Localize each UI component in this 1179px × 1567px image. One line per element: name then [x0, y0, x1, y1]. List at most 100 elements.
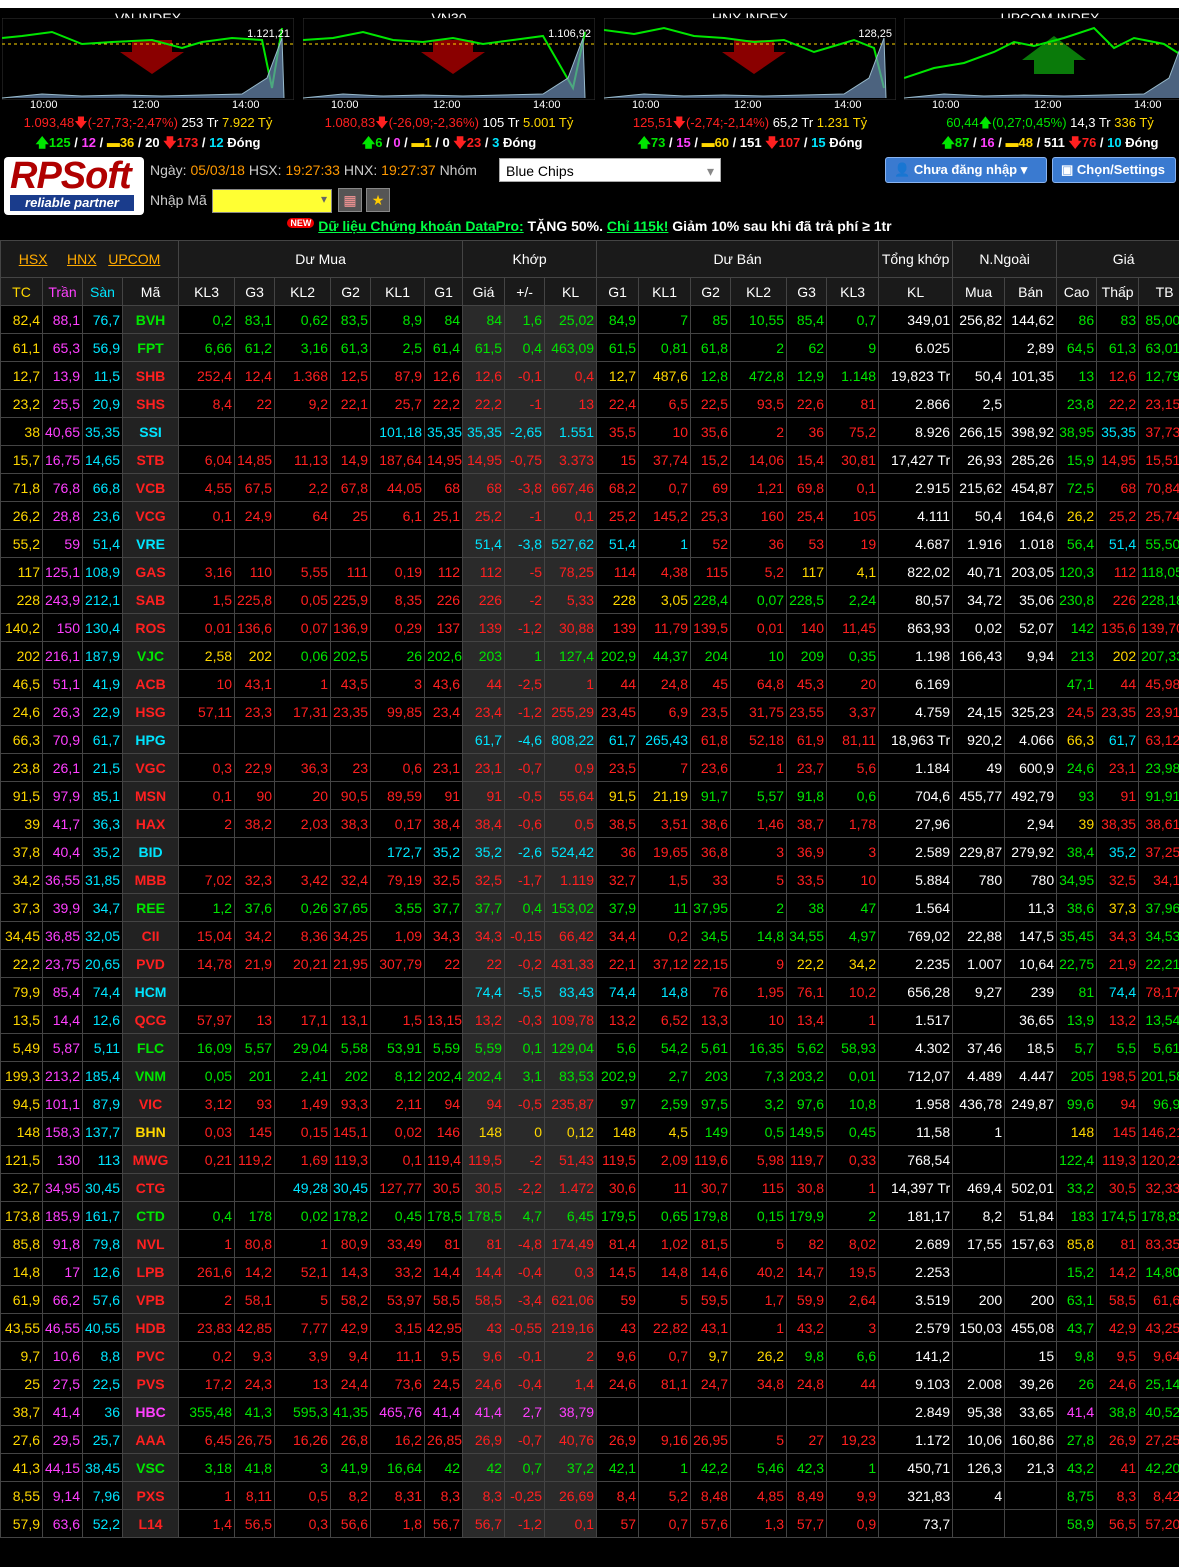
symbol-cell[interactable]: VNM — [121, 1061, 180, 1090]
symbol-cell[interactable]: VCG — [121, 501, 180, 530]
symbol-cell[interactable]: MSN — [121, 781, 180, 810]
symbol-cell[interactable]: BVH — [121, 305, 180, 334]
symbol-cell[interactable]: GAS — [121, 557, 180, 586]
symbol-cell[interactable]: HBC — [121, 1397, 180, 1426]
symbol-cell[interactable]: MWG — [121, 1145, 180, 1174]
symbol-cell[interactable]: PVC — [121, 1341, 180, 1370]
symbol-cell[interactable]: VIC — [121, 1089, 180, 1118]
symbol-cell[interactable]: MBB — [121, 865, 180, 894]
login-button[interactable]: 👤 Chưa đăng nhập ▾ — [885, 157, 1047, 183]
symbol-cell[interactable]: QCG — [121, 1005, 180, 1034]
table-row[interactable]: 117 125,1 108,9 GAS 3,16 110 5,55 111 0,19 112 112… — [0, 557, 1179, 586]
tab-upcom[interactable]: UPCOM — [108, 251, 160, 267]
symbol-cell[interactable]: SSI — [121, 417, 180, 446]
table-row[interactable]: 43,55 46,55 40,55 HDB 23,83 42,85 7,77 42,9 3,15… — [0, 1313, 1179, 1342]
symbol-cell[interactable]: HCM — [121, 977, 180, 1006]
table-row[interactable]: 37,3 39,9 34,7 REE 1,2 37,6 0,26 37,65 3,55 37,7 3… — [0, 893, 1179, 922]
symbol-cell[interactable]: L14 — [121, 1509, 180, 1538]
table-row[interactable]: 26,2 28,8 23,6 VCG 0,1 24,9 64 25 6,1 25,1 25,2 -1 0… — [0, 501, 1179, 530]
symbol-cell[interactable]: BID — [121, 837, 180, 866]
rpsoft-logo[interactable]: RPSoft reliable partner — [4, 155, 144, 215]
table-row[interactable]: 24,6 26,3 22,9 HSG 57,11 23,3 17,31 23,35 99,85 2… — [0, 697, 1179, 726]
table-row[interactable]: 57,9 63,6 52,2 L14 1,4 56,5 0,3 56,6 1,8 56,7 56,7… — [0, 1509, 1179, 1538]
symbol-cell[interactable]: HPG — [121, 725, 180, 754]
table-row[interactable]: 199,3 213,2 185,4 VNM 0,05 201 2,41 202 8,12 202,… — [0, 1061, 1179, 1090]
symbol-cell[interactable]: HAX — [121, 809, 180, 838]
table-row[interactable]: 82,4 88,1 76,7 BVH 0,2 83,1 0,62 83,5 8,9 84 84 1,6… — [0, 305, 1179, 334]
symbol-cell[interactable]: VGC — [121, 753, 180, 782]
promo-link[interactable]: Dữ liệu Chứng khoán DataPro: — [318, 218, 523, 234]
symbol-cell[interactable]: VRE — [121, 529, 180, 558]
chart-icon[interactable]: ▦ — [338, 188, 362, 212]
table-row[interactable]: 148 158,3 137,7 BHN 0,03 145 0,15 145,1 0,02 146 1… — [0, 1117, 1179, 1146]
symbol-cell[interactable]: CTD — [121, 1201, 180, 1230]
symbol-cell[interactable]: PXS — [121, 1481, 180, 1510]
index-chart-2[interactable]: VN301.106,9210:0012:0014:001.080,83🡇(-26… — [301, 8, 597, 153]
table-row[interactable]: 228 243,9 212,1 SAB 1,5 225,8 0,05 225,9 8,35 226… — [0, 585, 1179, 614]
table-row[interactable]: 71,8 76,8 66,8 VCB 4,55 67,5 2,2 67,8 44,05 68 68-… — [0, 473, 1179, 502]
table-row[interactable]: 173,8 185,9 161,7 CTD 0,4 178 0,02 178,2 0,45 178… — [0, 1201, 1179, 1230]
table-row[interactable]: 14,8 17 12,6 LPB 261,6 14,2 52,1 14,3 33,2 14,4 14… — [0, 1257, 1179, 1286]
group-select[interactable]: Blue Chips ▾ — [499, 158, 721, 182]
table-row[interactable]: 61,1 65,3 56,9 FPT 6,66 61,2 3,16 61,3 2,5 61,4 61… — [0, 333, 1179, 362]
table-row[interactable]: 23,8 26,1 21,5 VGC 0,3 22,9 36,3 23 0,6 23,1 23,1-… — [0, 753, 1179, 782]
table-row[interactable]: 34,45 36,85 32,05 CII 15,04 34,2 8,36 34,25 1,09… — [0, 921, 1179, 950]
symbol-cell[interactable]: VJC — [121, 641, 180, 670]
symbol-cell[interactable]: ACB — [121, 669, 180, 698]
table-row[interactable]: 23,2 25,5 20,9 SHS 8,4 22 9,2 22,1 25,7 22,2 22,2-… — [0, 389, 1179, 418]
symbol-cell[interactable]: VPB — [121, 1285, 180, 1314]
table-row[interactable]: 25 27,5 22,5 PVS 17,2 24,3 13 24,4 73,6 24,5 24,6-… — [0, 1369, 1179, 1398]
table-row[interactable]: 38,7 41,4 36 HBC 355,48 41,3 595,3 41,35 465,76 4… — [0, 1397, 1179, 1426]
table-row[interactable]: 79,9 85,4 74,4 HCM 74,4 -5,5 83,43 74,4 14,8 76 1,… — [0, 977, 1179, 1006]
star-icon[interactable]: ★ — [366, 188, 390, 212]
symbol-cell[interactable]: HSG — [121, 697, 180, 726]
symbol-cell[interactable]: BHN — [121, 1117, 180, 1146]
symbol-cell[interactable]: CTG — [121, 1173, 180, 1202]
table-row[interactable]: 27,6 29,5 25,7 AAA 6,45 26,75 16,26 26,8 16,2 26,… — [0, 1425, 1179, 1454]
symbol-cell[interactable]: NVL — [121, 1229, 180, 1258]
table-row[interactable]: 32,7 34,95 30,45 CTG 49,28 30,45 127,77 30,5 30,… — [0, 1173, 1179, 1202]
table-row[interactable]: 39 41,7 36,3 HAX 2 38,2 2,03 38,3 0,17 38,4 38,4 -0… — [0, 809, 1179, 838]
table-row[interactable]: 5,49 5,87 5,11 FLC 16,09 5,57 29,04 5,58 53,91 5,… — [0, 1033, 1179, 1062]
symbol-cell[interactable]: PVD — [121, 949, 180, 978]
symbol-cell[interactable]: SHB — [121, 361, 180, 390]
table-row[interactable]: 66,3 70,9 61,7 HPG 61,7 -4,6 808,22 61,7 265,43 6… — [0, 725, 1179, 754]
table-row[interactable]: 85,8 91,8 79,8 NVL 1 80,8 1 80,9 33,49 81 81 -4,8 17… — [0, 1229, 1179, 1258]
table-row[interactable]: 22,2 23,75 20,65 PVD 14,78 21,9 20,21 21,95 307,… — [0, 949, 1179, 978]
symbol-cell[interactable]: FPT — [121, 333, 180, 362]
tab-hnx[interactable]: HNX — [67, 251, 97, 267]
table-row[interactable]: 121,5 130 113 MWG 0,21 119,2 1,69 119,3 0,1 119,4… — [0, 1145, 1179, 1174]
table-row[interactable]: 202 216,1 187,9 VJC 2,58 202 0,06 202,5 26 202,6 2… — [0, 641, 1179, 670]
symbol-cell[interactable]: PVS — [121, 1369, 180, 1398]
table-row[interactable]: 94,5 101,1 87,9 VIC 3,12 93 1,49 93,3 2,11 94 94 -0… — [0, 1089, 1179, 1118]
table-row[interactable]: 37,8 40,4 35,2 BID 172,7 35,2 35,2 -2,6 524,42 36… — [0, 837, 1179, 866]
table-row[interactable]: 9,7 10,6 8,8 PVC 0,2 9,3 3,9 9,4 11,1 9,5 9,6 -0,1 2… — [0, 1341, 1179, 1370]
settings-button[interactable]: ▣ Chọn/Settings — [1052, 157, 1176, 183]
symbol-cell[interactable]: VSC — [121, 1453, 180, 1482]
symbol-cell[interactable]: STB — [121, 445, 180, 474]
symbol-cell[interactable]: LPB — [121, 1257, 180, 1286]
symbol-cell[interactable]: FLC — [121, 1033, 180, 1062]
symbol-cell[interactable]: ROS — [121, 613, 180, 642]
symbol-cell[interactable]: REE — [121, 893, 180, 922]
symbol-cell[interactable]: CII — [121, 921, 180, 950]
symbol-cell[interactable]: SHS — [121, 389, 180, 418]
symbol-cell[interactable]: VCB — [121, 473, 180, 502]
index-chart-3[interactable]: HNX INDEX128,2510:0012:0014:00125,51🡇(-2… — [602, 8, 898, 153]
table-row[interactable]: 140,2 150 130,4 ROS 0,01 136,6 0,07 136,9 0,29 13… — [0, 613, 1179, 642]
promo-link-price[interactable]: Chỉ 115k! — [607, 218, 668, 234]
table-row[interactable]: 41,3 44,15 38,45 VSC 3,18 41,8 3 41,9 16,64 42 42 0… — [0, 1453, 1179, 1482]
table-row[interactable]: 13,5 14,4 12,6 QCG 57,97 13 17,1 13,1 1,5 13,15 13… — [0, 1005, 1179, 1034]
table-row[interactable]: 34,2 36,55 31,85 MBB 7,02 32,3 3,42 32,4 79,19 32… — [0, 865, 1179, 894]
table-row[interactable]: 8,55 9,14 7,96 PXS 1 8,11 0,5 8,2 8,31 8,3 8,3 -0,2… — [0, 1481, 1179, 1510]
symbol-cell[interactable]: AAA — [121, 1425, 180, 1454]
table-row[interactable]: 12,7 13,9 11,5 SHB 252,4 12,4 1.368 12,5 87,9 12,… — [0, 361, 1179, 390]
symbol-cell[interactable]: SAB — [121, 585, 180, 614]
table-row[interactable]: 15,7 16,75 14,65 STB 6,04 14,85 11,13 14,9 187,6… — [0, 445, 1179, 474]
table-row[interactable]: 91,5 97,9 85,1 MSN 0,1 90 20 90,5 89,59 91 91 -0,5 5… — [0, 781, 1179, 810]
index-chart-4[interactable]: UPCOM INDEX10:0012:0014:0060,44🡅(0,27;0,… — [902, 8, 1179, 153]
index-chart-1[interactable]: VN INDEX1.121,2110:0012:0014:001.093,48🡇… — [0, 8, 296, 153]
table-row[interactable]: 55,2 59 51,4 VRE 51,4 -3,8 527,62 51,4 1 52 36 53 19… — [0, 529, 1179, 558]
table-row[interactable]: 38 40,65 35,35 SSI 101,18 35,35 35,35 -2,65 1.55… — [0, 417, 1179, 446]
symbol-cell[interactable]: HDB — [121, 1313, 180, 1342]
